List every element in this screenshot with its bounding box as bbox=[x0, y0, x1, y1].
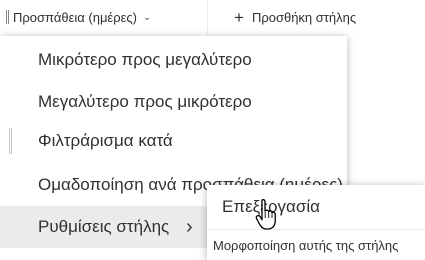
plus-icon: + bbox=[234, 7, 244, 27]
column-header-title: Προσπάθεια (ημέρες) bbox=[13, 9, 138, 25]
column-settings-submenu: Επεξεργασία Μορφοποίηση αυτής της στήλης bbox=[207, 185, 425, 260]
column-separator bbox=[207, 0, 208, 34]
menu-item-label: Φιλτράρισμα κατά bbox=[38, 131, 173, 150]
menu-item-label: Μεγαλύτερο προς μικρότερο bbox=[38, 92, 252, 111]
add-column-button[interactable]: + Προσθήκη στήλης bbox=[234, 0, 356, 34]
chevron-down-icon: ⌄ bbox=[143, 11, 152, 23]
menu-item-filter-by[interactable]: Φιλτράρισμα κατά bbox=[0, 120, 347, 162]
submenu-item-format-column[interactable]: Μορφοποίηση αυτής της στήλης bbox=[207, 230, 425, 260]
chevron-right-icon: › bbox=[186, 216, 193, 238]
add-column-label: Προσθήκη στήλης bbox=[251, 9, 357, 25]
menu-item-label: Ρυθμίσεις στήλης bbox=[38, 217, 170, 236]
submenu-item-edit[interactable]: Επεξεργασία bbox=[207, 185, 425, 229]
menu-item-sort-descending[interactable]: Μεγαλύτερο προς μικρότερο bbox=[0, 81, 347, 123]
column-grip-icon bbox=[9, 128, 12, 154]
menu-item-label: Μικρότερο προς μεγαλύτερο bbox=[38, 50, 252, 69]
hand-pointer-cursor-icon bbox=[255, 198, 276, 230]
column-header-row: Προσπάθεια (ημέρες) ⌄ + Προσθήκη στήλης bbox=[0, 0, 425, 36]
column-grip-icon bbox=[6, 10, 9, 24]
column-header-effort[interactable]: Προσπάθεια (ημέρες) ⌄ bbox=[0, 0, 206, 34]
menu-item-sort-ascending[interactable]: Μικρότερο προς μεγαλύτερο bbox=[0, 39, 347, 81]
submenu-item-label: Μορφοποίηση αυτής της στήλης bbox=[213, 237, 399, 253]
